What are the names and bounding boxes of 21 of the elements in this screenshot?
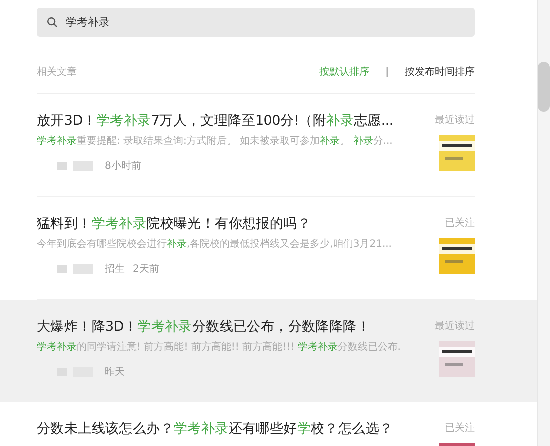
article-time: 8小时前 [105, 160, 142, 173]
article-title: 猛料到！学考补录院校曝光！有你想报的吗？ [37, 215, 312, 234]
sort-link[interactable]: 按发布时间排序 [405, 65, 475, 79]
article-status: 最近读过 [435, 320, 475, 333]
account-name: 招生 [105, 262, 125, 276]
article-title: 放开3D！学考补录7万人，文理降至100分!（附补录志愿... [37, 112, 394, 131]
article-snippet: 今年到底会有哪些院校会进行补录,各院校的最低投档线又会是多少,咱们3月21... [37, 238, 393, 252]
article-status: 已关注 [445, 216, 475, 230]
article-title: 分数未上线该怎么办？学考补录还有哪些好学校？怎么选？ [37, 420, 394, 439]
article-time: 2天前 [133, 263, 160, 276]
separator: | [386, 66, 389, 78]
article-title: 大爆炸！降3D！学考补录分数线已公布，分数降降降！ [37, 318, 372, 337]
article-status: 最近读过 [435, 114, 475, 127]
article-row[interactable]: 大爆炸！降3D！学考补录分数线已公布，分数降降降！ 学考补录的同学请注意! 前方高能! 前方高能!! 前方高能!!! 学考补录分数线已公布. 昨天 最近读过 [0, 300, 537, 402]
search-text: 学考补录 [66, 15, 110, 30]
section-label: 相关文章 [37, 66, 78, 79]
search-field[interactable]: 学考补录 [37, 8, 475, 37]
article-status: 已关注 [445, 422, 475, 435]
article-time: 昨天 [105, 366, 125, 379]
article-snippet: 学考补录重要提醒: 录取结果查询:方式附后。 如未被录取可参加补录。 补录分... [37, 134, 394, 149]
article-snippet: 学考补录的同学请注意! 前方高能! 前方高能!! 前方高能!!! 学考补录分数线已公布. [37, 340, 402, 355]
